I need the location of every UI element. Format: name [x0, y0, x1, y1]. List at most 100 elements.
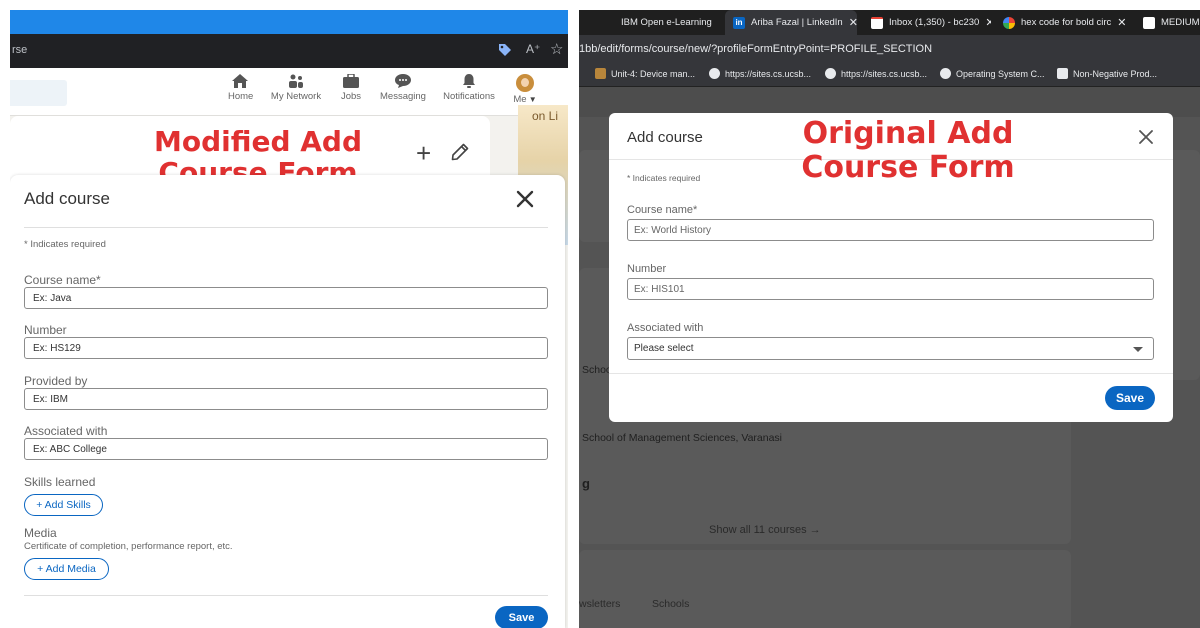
modal-footer-divider	[609, 373, 1173, 374]
associated-with-input[interactable]: Ex: ABC College	[24, 438, 548, 460]
bookmark-label: https://sites.cs.ucsb...	[841, 68, 928, 79]
globe-icon	[940, 68, 951, 79]
nav-home[interactable]: Home	[228, 74, 254, 102]
course-name-label: Course name*	[627, 204, 698, 216]
bookmark-label: Unit-4: Device man...	[611, 68, 696, 79]
course-name-input[interactable]: Ex: World History	[627, 219, 1154, 241]
media-label: Media	[24, 526, 57, 540]
side-banner-text: on Li	[532, 109, 559, 123]
browser-tab-bar	[10, 10, 568, 34]
globe-icon	[709, 68, 720, 79]
modal-title: Add course	[627, 129, 703, 146]
tab-google[interactable]: hex code for bold circ ✕	[1003, 10, 1131, 35]
gmail-icon	[871, 16, 883, 29]
tab-title: MEDIUM	[1161, 17, 1200, 28]
save-button[interactable]: Save	[495, 606, 548, 628]
linkedin-icon: in	[733, 16, 745, 29]
number-input[interactable]: Ex: HIS101	[627, 278, 1154, 300]
me-avatar	[516, 74, 534, 92]
tab-title: IBM Open e-Learning	[621, 17, 712, 28]
nav-me-label: Me	[513, 94, 527, 105]
address-url: rse	[12, 44, 28, 56]
course-name-label: Course name*	[24, 273, 101, 287]
number-input[interactable]: Ex: HS129	[24, 337, 548, 359]
search-input[interactable]	[10, 80, 67, 106]
number-label: Number	[627, 263, 667, 275]
tab-close-icon[interactable]: ✕	[985, 16, 991, 29]
tab-newsletters[interactable]: wsletters	[579, 598, 620, 610]
tab-title: Inbox (1,350) - bc230	[889, 17, 980, 28]
add-course-modal-modified: Add course * Indicates required Course n…	[10, 175, 565, 628]
tab-gmail[interactable]: Inbox (1,350) - bc230 ✕	[867, 10, 991, 35]
tab-medium[interactable]: MEDIUM	[1143, 10, 1200, 35]
tab-schools[interactable]: Schools	[652, 598, 689, 610]
original-form-screenshot: IBM Open e-Learning ✕ in Ariba Fazal | L…	[579, 10, 1200, 628]
browser-address-bar[interactable]: 1bb/edit/forms/course/new/?profileFormEn…	[579, 35, 1200, 63]
notifications-icon	[463, 74, 475, 88]
bookmarks-bar: Unit-4: Device man... https://sites.cs.u…	[579, 63, 1200, 87]
nav-notifications-label: Notifications	[443, 91, 495, 102]
modal-header-divider	[24, 227, 548, 228]
add-media-button[interactable]: + Add Media	[24, 558, 109, 580]
nav-me[interactable]: Me ▼	[512, 74, 538, 105]
tab-close-icon[interactable]: ✕	[1117, 16, 1126, 29]
cc-icon	[1057, 68, 1068, 79]
modified-form-screenshot: rse A⁺ ☆ Home My Network Jobs Messaging …	[10, 10, 568, 628]
bookmark-label: https://sites.cs.ucsb...	[725, 68, 812, 79]
bookmark-item[interactable]: Operating System C...	[940, 68, 1045, 79]
provided-by-label: Provided by	[24, 374, 88, 388]
bg-school-full-text: School of Management Sciences, Varanasi	[582, 432, 783, 444]
bookmark-item[interactable]: Unit-4: Device man...	[595, 68, 695, 79]
tab-close-icon[interactable]: ✕	[849, 16, 857, 29]
associated-with-select[interactable]: Please select	[627, 337, 1154, 360]
tag-icon[interactable]	[498, 43, 512, 57]
bookmark-item[interactable]: https://sites.cs.ucsb...	[709, 68, 811, 79]
browser-address-bar[interactable]: rse A⁺ ☆	[10, 34, 568, 68]
nav-notifications[interactable]: Notifications	[442, 74, 496, 102]
course-name-input[interactable]: Ex: Java	[24, 287, 548, 309]
tab-linkedin[interactable]: in Ariba Fazal | LinkedIn ✕	[725, 10, 857, 35]
skills-learned-label: Skills learned	[24, 475, 96, 489]
background-card	[579, 550, 1071, 628]
read-aloud-icon[interactable]: A⁺	[526, 42, 540, 56]
bookmark-icon	[595, 68, 606, 79]
modal-footer-divider	[24, 595, 548, 596]
nav-messaging-label: Messaging	[380, 91, 426, 102]
nav-jobs[interactable]: Jobs	[338, 74, 364, 102]
media-hint: Certificate of completion, performance r…	[24, 541, 233, 552]
jobs-icon	[343, 74, 359, 88]
nav-messaging[interactable]: Messaging	[379, 74, 427, 102]
nav-home-label: Home	[228, 91, 254, 102]
chevron-down-icon: ▼	[526, 95, 537, 104]
modal-title: Add course	[24, 189, 110, 208]
chevron-down-icon	[1133, 347, 1143, 352]
home-icon	[232, 74, 248, 88]
tab-favicon	[603, 17, 615, 29]
provided-by-input[interactable]: Ex: IBM	[24, 388, 548, 410]
my-network-icon	[289, 74, 303, 88]
associated-with-value: Please select	[634, 343, 694, 354]
associated-with-label: Associated with	[24, 424, 108, 438]
nav-jobs-label: Jobs	[340, 91, 362, 102]
save-button[interactable]: Save	[1105, 386, 1155, 410]
required-note: * Indicates required	[24, 239, 106, 250]
address-url: 1bb/edit/forms/course/new/?profileFormEn…	[579, 43, 933, 55]
bg-text-g: g	[582, 476, 590, 491]
bookmark-item[interactable]: Non-Negative Prod...	[1057, 68, 1157, 79]
tab-title: Ariba Fazal | LinkedIn	[751, 17, 843, 28]
add-skills-button[interactable]: + Add Skills	[24, 494, 103, 516]
tab-title: hex code for bold circ	[1021, 17, 1112, 28]
show-all-courses-link[interactable]: Show all 11 courses →	[709, 524, 821, 536]
close-icon[interactable]	[1139, 130, 1153, 144]
medium-icon	[1143, 16, 1155, 29]
favorite-star-icon[interactable]: ☆	[550, 40, 563, 58]
close-icon[interactable]	[515, 189, 535, 209]
bg-school-text: Schoo	[582, 364, 612, 376]
add-icon[interactable]: +	[416, 138, 431, 169]
nav-my-network-label: My Network	[270, 91, 322, 102]
pencil-icon[interactable]	[451, 143, 469, 161]
bookmark-item[interactable]: https://sites.cs.ucsb...	[825, 68, 927, 79]
bookmark-label: Operating System C...	[956, 68, 1045, 79]
tab-ibm[interactable]: IBM Open e-Learning ✕	[603, 10, 715, 35]
nav-my-network[interactable]: My Network	[268, 74, 324, 102]
